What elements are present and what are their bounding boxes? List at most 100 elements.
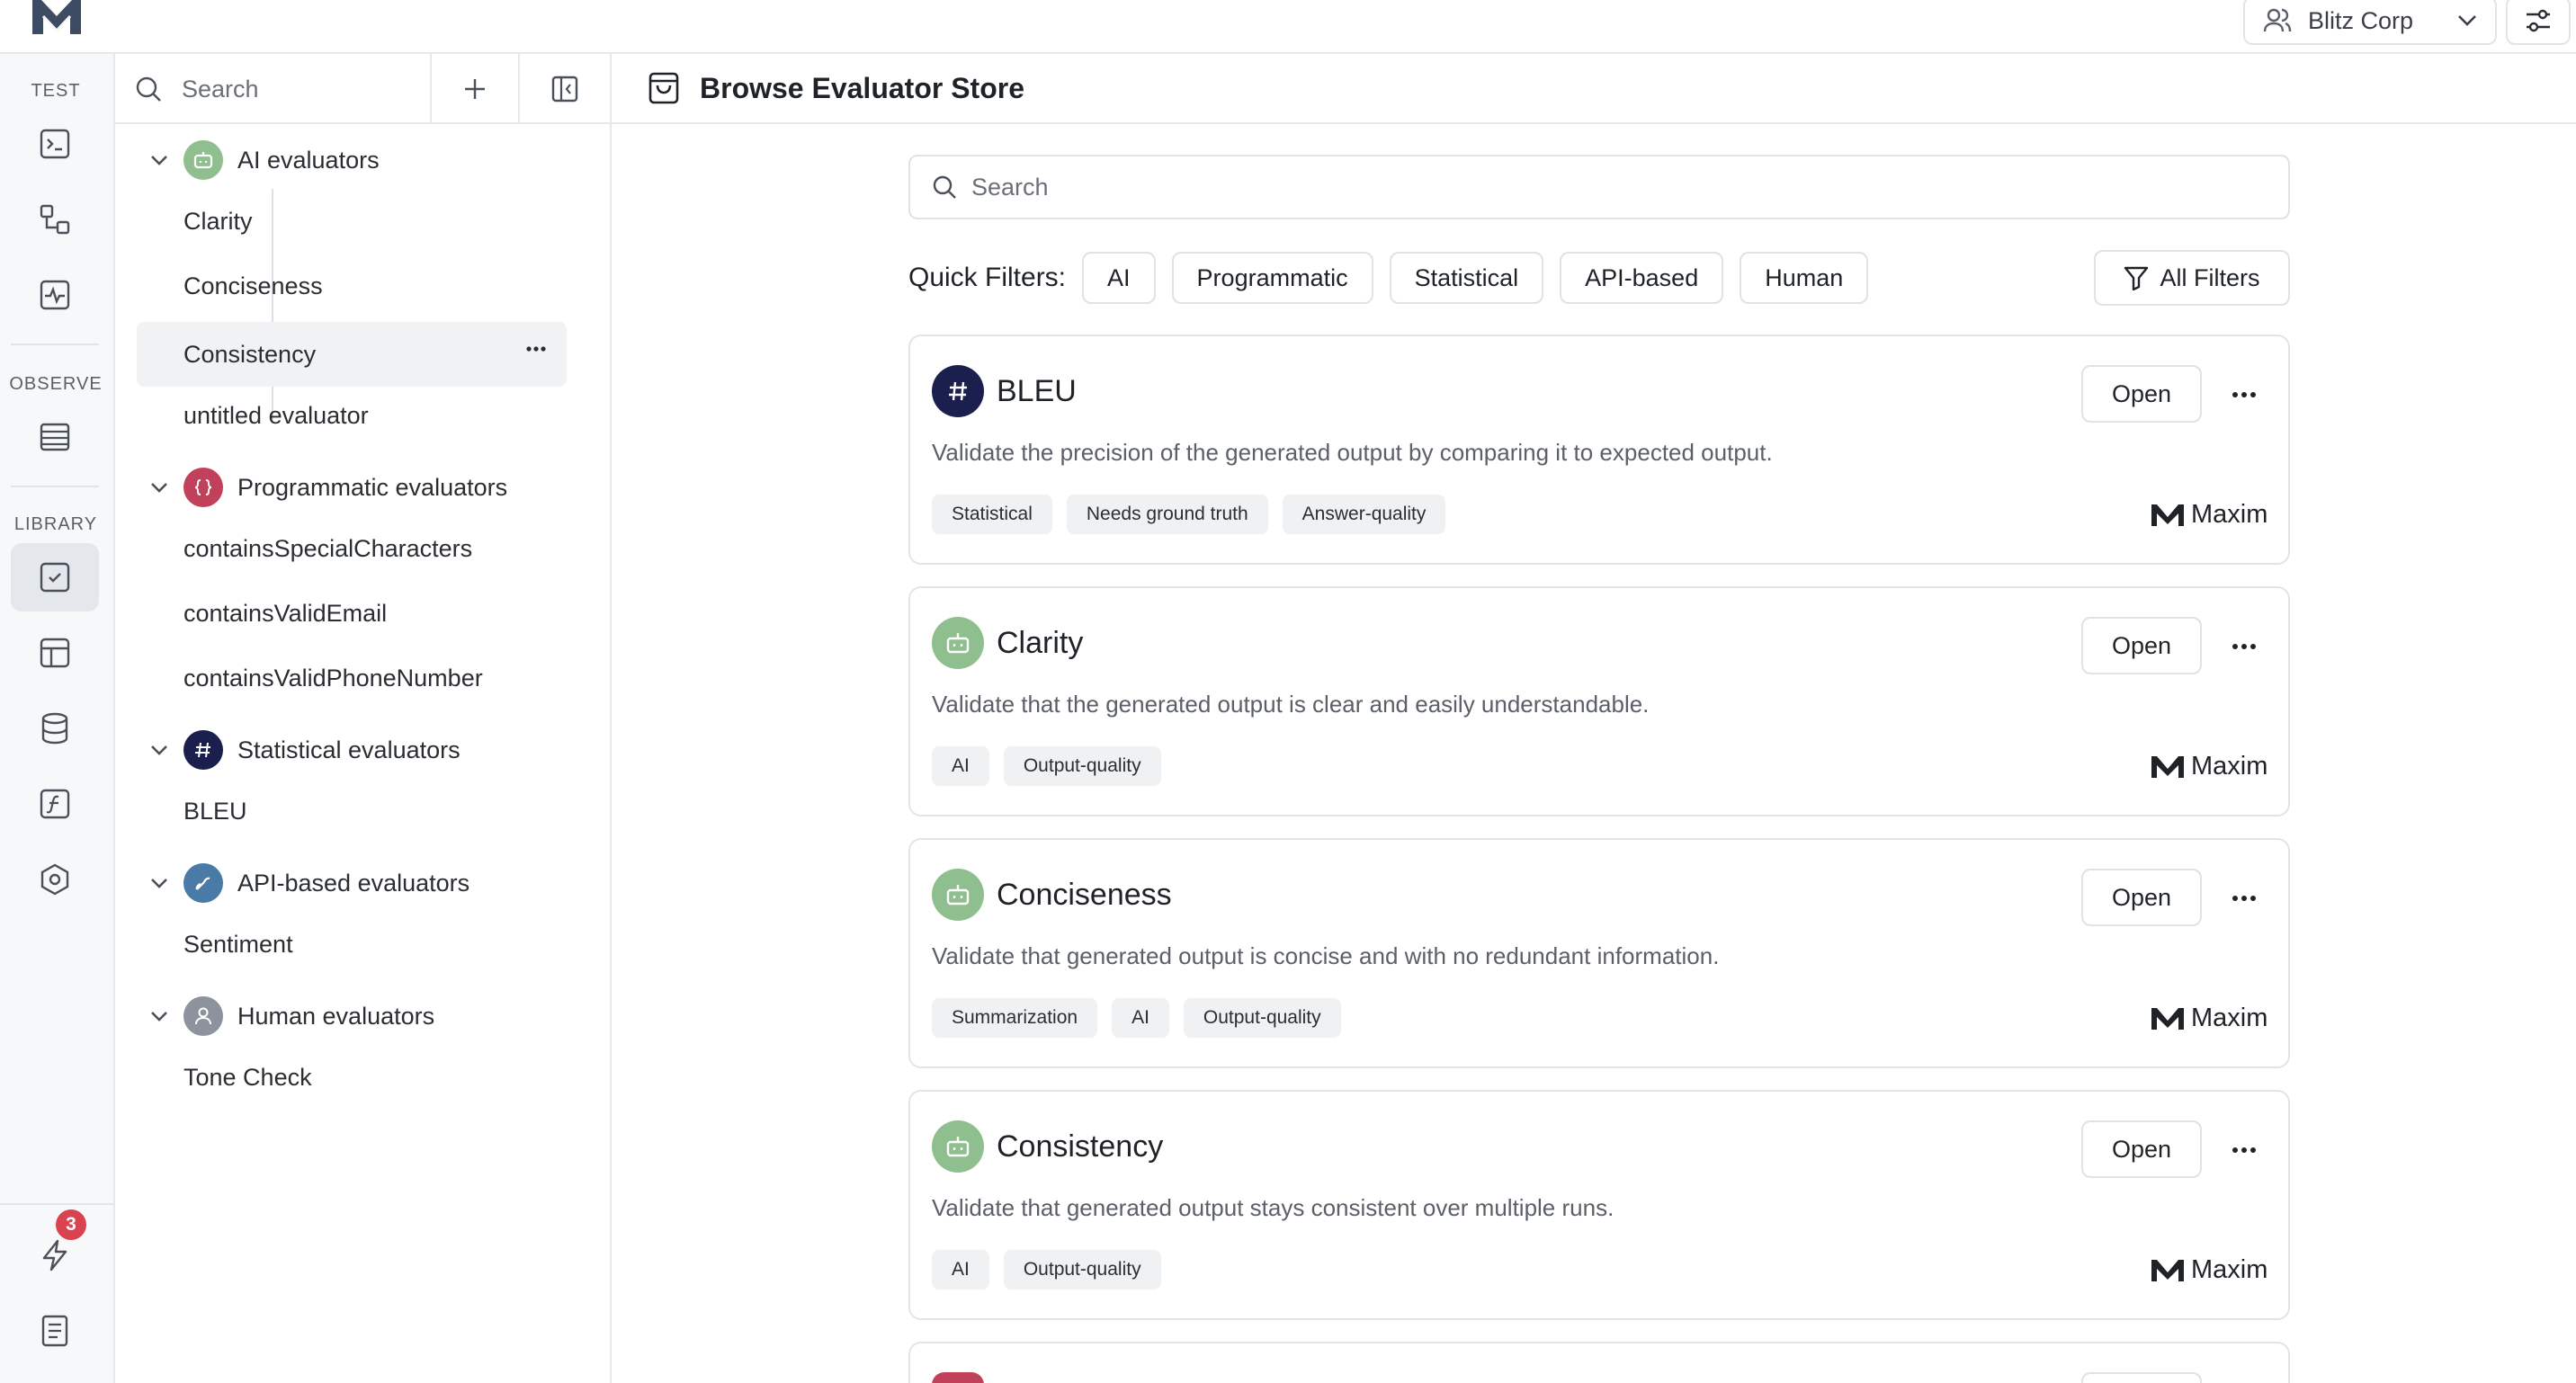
- provider-brand: Maxim: [2150, 1255, 2267, 1285]
- tag: Statistical: [932, 495, 1052, 534]
- card-title: Consistency: [997, 1129, 1164, 1164]
- more-options-icon[interactable]: [2222, 624, 2267, 669]
- evaluator-card-consistency[interactable]: Consistency Open Validate that generated…: [908, 1090, 2290, 1320]
- tree-item-clarity[interactable]: Clarity: [137, 192, 567, 250]
- search-icon: [135, 76, 162, 103]
- tree-item-sentiment[interactable]: Sentiment: [137, 915, 567, 973]
- workspace-name: Blitz Corp: [2308, 6, 2414, 34]
- rail-context-sources-button[interactable]: [11, 694, 99, 763]
- open-button[interactable]: Open: [2081, 1120, 2202, 1178]
- sliders-icon: [2524, 8, 2553, 33]
- shopping-bag-icon: [648, 71, 680, 105]
- provider-brand: Maxim: [2150, 1004, 2267, 1033]
- evaluator-card-conciseness[interactable]: Conciseness Open Validate that generated…: [908, 838, 2290, 1068]
- card-description: Validate that generated output stays con…: [932, 1194, 1614, 1221]
- rail-tests-button[interactable]: [11, 261, 99, 329]
- tree-group-human-evaluators[interactable]: Human evaluators: [135, 987, 585, 1045]
- filter-chip-statistical[interactable]: Statistical: [1389, 252, 1544, 304]
- evaluator-card-partial[interactable]: [908, 1342, 2290, 1383]
- main-header: Browse Evaluator Store: [612, 54, 2576, 124]
- open-button[interactable]: Open: [2081, 365, 2202, 423]
- tree-item-label: Tone Check: [183, 1063, 312, 1091]
- rail-workflows-button[interactable]: [11, 185, 99, 254]
- tree-group-statistical-evaluators[interactable]: Statistical evaluators: [135, 721, 585, 779]
- rail-settings-button[interactable]: [11, 845, 99, 914]
- chevron-down-icon[interactable]: [135, 1011, 183, 1022]
- notification-badge: 3: [56, 1209, 86, 1240]
- tree-item-label: Clarity: [183, 207, 253, 235]
- card-tags: Summarization AI Output-quality: [932, 998, 1341, 1038]
- top-bar: Blitz Corp: [0, 0, 2576, 54]
- chevron-down-icon[interactable]: [135, 745, 183, 755]
- rail-evaluators-button[interactable]: [11, 543, 99, 611]
- open-button[interactable]: Open: [2081, 869, 2202, 926]
- card-title: Clarity: [997, 626, 1084, 660]
- rail-datasets-button[interactable]: [11, 619, 99, 687]
- card-title: Conciseness: [997, 878, 1172, 912]
- add-evaluator-button[interactable]: [432, 54, 520, 124]
- hash-icon: [932, 365, 984, 417]
- robot-icon: [932, 869, 984, 921]
- maxim-logo-icon: [2150, 1258, 2186, 1283]
- open-button[interactable]: [2081, 1372, 2202, 1383]
- more-options-icon[interactable]: [2222, 1128, 2267, 1173]
- card-tags: AI Output-quality: [932, 1250, 1161, 1289]
- tree-item-untitled-evaluator[interactable]: untitled evaluator: [137, 387, 567, 444]
- filter-chip-programmatic[interactable]: Programmatic: [1171, 252, 1373, 304]
- tag: Answer-quality: [1282, 495, 1446, 534]
- tag: Needs ground truth: [1066, 495, 1268, 534]
- chevron-down-icon[interactable]: [135, 878, 183, 888]
- tree-item-containsvalidphonenumber[interactable]: containsValidPhoneNumber: [137, 649, 567, 707]
- store-search-input[interactable]: Search: [908, 155, 2290, 219]
- tree-item-label: containsValidPhoneNumber: [183, 664, 483, 692]
- page-title: Browse Evaluator Store: [700, 71, 1024, 104]
- rail-prompt-tools-button[interactable]: [11, 770, 99, 838]
- tag: Output-quality: [1003, 1250, 1161, 1289]
- provider-brand: Maxim: [2150, 752, 2267, 781]
- tree-item-containsspecialcharacters[interactable]: containsSpecialCharacters: [137, 520, 567, 577]
- tree-group-label: Statistical evaluators: [237, 736, 461, 763]
- tree-item-consistency[interactable]: Consistency: [137, 322, 567, 387]
- terminal-icon: [40, 129, 70, 159]
- brand-label: Maxim: [2191, 752, 2268, 781]
- tree-item-bleu[interactable]: BLEU: [137, 782, 567, 840]
- tree-item-label: BLEU: [183, 797, 247, 825]
- evaluator-store-main: Browse Evaluator Store Search Quick Filt…: [612, 54, 2576, 1383]
- tree-search-input[interactable]: Search: [115, 54, 432, 124]
- tree-group-label: AI evaluators: [237, 146, 380, 174]
- tree-group-api-based-evaluators[interactable]: API-based evaluators: [135, 854, 585, 912]
- filter-chip-api-based[interactable]: API-based: [1560, 252, 1724, 304]
- activity-icon: [40, 280, 70, 310]
- filter-chip-ai[interactable]: AI: [1082, 252, 1156, 304]
- card-description: Validate that generated output is concis…: [932, 942, 1720, 969]
- function-icon: [40, 789, 70, 819]
- tree-group-ai-evaluators[interactable]: AI evaluators: [135, 131, 585, 189]
- more-options-icon[interactable]: [2222, 876, 2267, 921]
- more-options-icon[interactable]: [525, 345, 547, 352]
- rail-logs-button[interactable]: [11, 403, 99, 471]
- tree-toolbar: Search: [115, 54, 610, 124]
- rail-notifications-button[interactable]: [11, 1221, 99, 1289]
- collapse-panel-button[interactable]: [520, 54, 610, 124]
- tree-search-placeholder: Search: [182, 75, 259, 103]
- chevron-down-icon[interactable]: [135, 482, 183, 493]
- chevron-down-icon[interactable]: [135, 155, 183, 165]
- rail-docs-button[interactable]: [11, 1297, 99, 1365]
- preferences-button[interactable]: [2506, 0, 2571, 45]
- workspace-switcher[interactable]: Blitz Corp: [2243, 0, 2497, 45]
- open-button[interactable]: Open: [2081, 617, 2202, 674]
- evaluator-card-bleu[interactable]: BLEU Open Validate the precision of the …: [908, 335, 2290, 565]
- evaluator-card-clarity[interactable]: Clarity Open Validate that the generated…: [908, 586, 2290, 816]
- filter-chip-human[interactable]: Human: [1740, 252, 1869, 304]
- tree-item-containsvalidemail[interactable]: containsValidEmail: [137, 584, 567, 642]
- maxim-logo-icon[interactable]: [31, 0, 83, 40]
- more-options-icon[interactable]: [2222, 372, 2267, 417]
- all-filters-button[interactable]: All Filters: [2094, 250, 2290, 306]
- tag: AI: [932, 1250, 989, 1289]
- icon-rail: TEST OBSERVE LIBRARY 3: [0, 54, 115, 1383]
- tree-item-conciseness[interactable]: Conciseness: [137, 257, 567, 315]
- card-tags: AI Output-quality: [932, 746, 1161, 786]
- rail-prompts-button[interactable]: [11, 110, 99, 178]
- tree-group-programmatic-evaluators[interactable]: Programmatic evaluators: [135, 459, 585, 516]
- tree-item-tone-check[interactable]: Tone Check: [137, 1048, 567, 1106]
